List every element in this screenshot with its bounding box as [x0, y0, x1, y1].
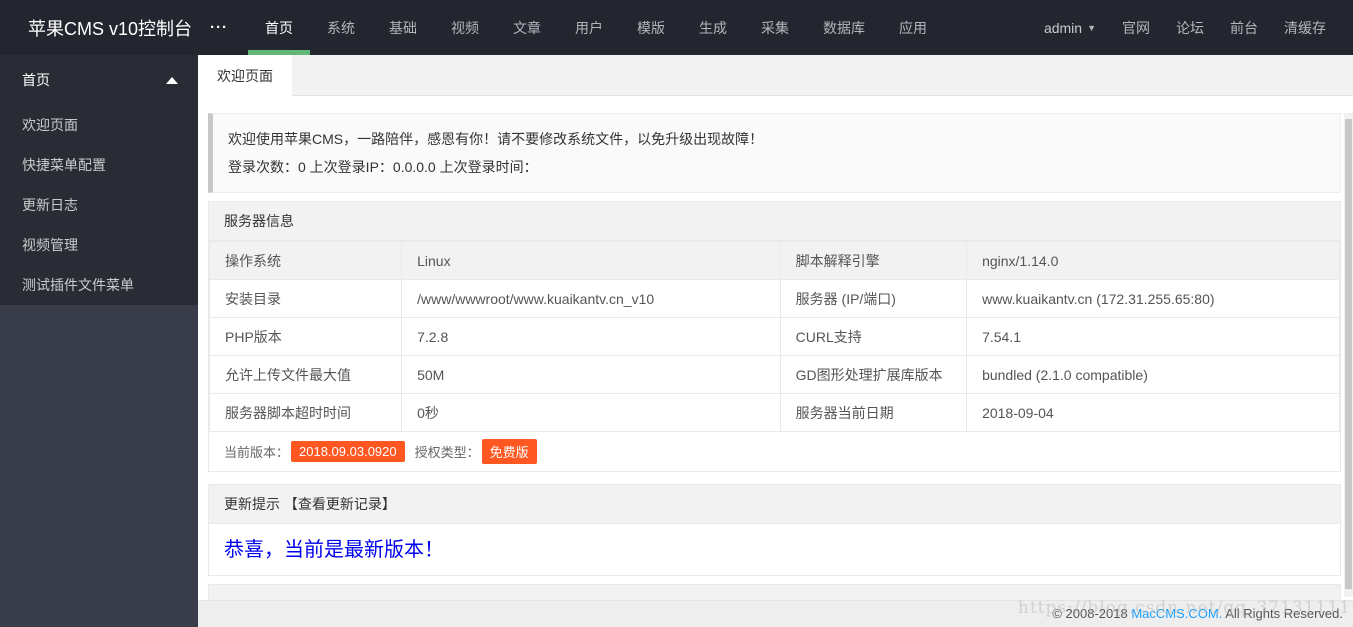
cell-value: nginx/1.14.0 — [966, 241, 1340, 280]
sidebar-group-home[interactable]: 首页 — [0, 55, 198, 105]
current-version-label: 当前版本： — [224, 445, 290, 460]
server-info-title: 服务器信息 — [209, 202, 1340, 241]
app-title: 苹果CMS v10控制台 — [28, 18, 193, 39]
sidebar-item-video-manage[interactable]: 视频管理 — [0, 225, 198, 265]
cell-value: 7.2.8 — [401, 317, 781, 356]
nav-item-article[interactable]: 文章 — [496, 0, 558, 55]
welcome-line1: 欢迎使用苹果CMS，一路陪伴，感恩有你！请不要修改系统文件，以免升级出现故障！ — [228, 131, 764, 147]
main-area: 欢迎页面 欢迎使用苹果CMS，一路陪伴，感恩有你！请不要修改系统文件，以免升级出… — [198, 55, 1353, 627]
link-forum[interactable]: 论坛 — [1163, 0, 1217, 55]
sidebar-item-changelog[interactable]: 更新日志 — [0, 185, 198, 225]
cell-value: /www/wwwroot/www.kuaikantv.cn_v10 — [401, 279, 781, 318]
table-row: 安装目录 /www/wwwroot/www.kuaikantv.cn_v10 服… — [208, 279, 1340, 318]
nav-item-user[interactable]: 用户 — [558, 0, 620, 55]
sidebar-item-welcome[interactable]: 欢迎页面 — [0, 105, 198, 145]
welcome-notice: 欢迎使用苹果CMS，一路陪伴，感恩有你！请不要修改系统文件，以免升级出现故障！ … — [208, 113, 1341, 193]
cell-value: bundled (2.1.0 compatible) — [966, 355, 1340, 394]
sidebar-item-quick-menu[interactable]: 快捷菜单配置 — [0, 145, 198, 185]
update-message: 恭喜，当前是最新版本！ — [224, 539, 444, 561]
copyright-text: © 2008-2018 — [1052, 606, 1132, 621]
cell-label: 允许上传文件最大值 — [208, 355, 403, 394]
view-update-log-link[interactable]: 【查看更新记录】 — [284, 496, 396, 512]
user-menu[interactable]: admin ▼ — [1031, 0, 1109, 55]
nav-item-database[interactable]: 数据库 — [806, 0, 882, 55]
next-section-header-partial — [208, 584, 1341, 601]
footer: © 2008-2018 MacCMS.COM. All Rights Reser… — [198, 600, 1353, 627]
sidebar: 首页 欢迎页面 快捷菜单配置 更新日志 视频管理 测试插件文件菜单 — [0, 55, 198, 627]
table-row: 操作系统 Linux 脚本解释引擎 nginx/1.14.0 — [208, 241, 1340, 280]
chevron-up-icon — [166, 77, 178, 84]
vertical-scrollbar[interactable] — [1344, 113, 1353, 597]
copyright-suffix: All Rights Reserved. — [1222, 606, 1343, 621]
nav-item-home[interactable]: 首页 — [248, 0, 310, 55]
license-type-label: 授权类型： — [414, 445, 480, 460]
sidebar-submenu: 欢迎页面 快捷菜单配置 更新日志 视频管理 测试插件文件菜单 — [0, 105, 198, 305]
nav-item-generate[interactable]: 生成 — [682, 0, 744, 55]
cell-label: 安装目录 — [208, 279, 403, 318]
cell-value: 0秒 — [401, 393, 781, 432]
nav-item-system[interactable]: 系统 — [310, 0, 372, 55]
update-card: 更新提示 【查看更新记录】 恭喜，当前是最新版本！ — [208, 484, 1341, 576]
link-official-site[interactable]: 官网 — [1109, 0, 1163, 55]
nav-item-collect[interactable]: 采集 — [744, 0, 806, 55]
version-row: 当前版本： 2018.09.03.0920 授权类型： 免费版 — [209, 432, 1340, 471]
cell-value: 7.54.1 — [966, 317, 1340, 356]
cell-label: PHP版本 — [208, 317, 403, 356]
more-icon[interactable]: ··· — [198, 0, 240, 55]
link-frontend[interactable]: 前台 — [1217, 0, 1271, 55]
server-info-card: 服务器信息 操作系统 Linux 脚本解释引擎 nginx/1.14.0 安装目… — [208, 201, 1341, 472]
server-info-table: 操作系统 Linux 脚本解释引擎 nginx/1.14.0 安装目录 /www… — [208, 241, 1340, 432]
cell-value: www.kuaikantv.cn (172.31.255.65:80) — [966, 279, 1340, 318]
table-row: 允许上传文件最大值 50M GD图形处理扩展库版本 bundled (2.1.0… — [208, 355, 1340, 394]
cell-label: 服务器脚本超时时间 — [208, 393, 403, 432]
cell-label: GD图形处理扩展库版本 — [779, 355, 968, 394]
top-nav: 首页 系统 基础 视频 文章 用户 模版 生成 采集 数据库 应用 — [248, 0, 944, 55]
chevron-down-icon: ▼ — [1087, 22, 1096, 33]
cell-value: 50M — [401, 355, 781, 394]
nav-item-basic[interactable]: 基础 — [372, 0, 434, 55]
version-badge: 2018.09.03.0920 — [291, 441, 405, 462]
table-row: PHP版本 7.2.8 CURL支持 7.54.1 — [208, 317, 1340, 356]
cell-label: CURL支持 — [779, 317, 968, 356]
user-name: admin — [1043, 19, 1083, 36]
header-right: admin ▼ 官网 论坛 前台 清缓存 — [1031, 0, 1353, 55]
table-row: 服务器脚本超时时间 0秒 服务器当前日期 2018-09-04 — [208, 393, 1340, 432]
content: 欢迎使用苹果CMS，一路陪伴，感恩有你！请不要修改系统文件，以免升级出现故障！ … — [198, 96, 1353, 601]
cell-label: 服务器当前日期 — [779, 393, 968, 432]
cell-label: 脚本解释引擎 — [779, 241, 968, 280]
update-title-text: 更新提示 — [224, 496, 280, 512]
update-title: 更新提示 【查看更新记录】 — [209, 485, 1340, 524]
cell-value: Linux — [401, 241, 781, 280]
cell-label: 操作系统 — [208, 241, 403, 280]
license-badge: 免费版 — [481, 439, 537, 464]
nav-item-video[interactable]: 视频 — [434, 0, 496, 55]
top-header: 苹果CMS v10控制台 ··· 首页 系统 基础 视频 文章 用户 模版 生成… — [0, 0, 1353, 55]
nav-item-template[interactable]: 模版 — [620, 0, 682, 55]
sidebar-group-label: 首页 — [22, 72, 50, 88]
cell-label: 服务器 (IP/端口) — [779, 279, 968, 318]
link-clear-cache[interactable]: 清缓存 — [1271, 0, 1339, 55]
sidebar-item-test-plugin[interactable]: 测试插件文件菜单 — [0, 265, 198, 305]
maccms-link[interactable]: MacCMS.COM. — [1131, 606, 1222, 621]
tab-strip: 欢迎页面 — [198, 55, 1353, 96]
cell-value: 2018-09-04 — [966, 393, 1340, 432]
tab-welcome[interactable]: 欢迎页面 — [198, 55, 292, 96]
scrollbar-thumb[interactable] — [1345, 119, 1352, 589]
update-body: 恭喜，当前是最新版本！ — [209, 524, 1340, 575]
welcome-line2: 登录次数：0 上次登录IP：0.0.0.0 上次登录时间： — [228, 159, 538, 175]
nav-item-app[interactable]: 应用 — [882, 0, 944, 55]
